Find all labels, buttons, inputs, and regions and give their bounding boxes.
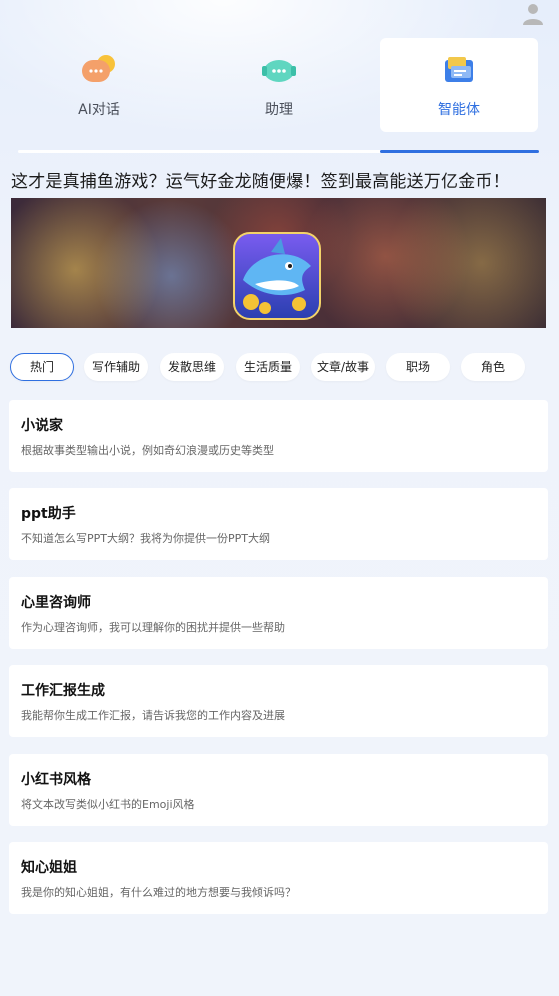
chip-life[interactable]: 生活质量 xyxy=(236,353,300,381)
card-title: 小红书风格 xyxy=(21,772,91,788)
card-title: 小说家 xyxy=(21,418,63,434)
card-description: 不知道怎么写PPT大纲？我将为你提供一份PPT大纲 xyxy=(21,532,270,545)
tab-indicator xyxy=(380,150,539,153)
assistant-robot-icon xyxy=(262,60,296,82)
shark-game-icon xyxy=(233,232,321,320)
card-description: 我是你的知心姐姐，有什么难过的地方想要与我倾诉吗？ xyxy=(21,886,296,899)
card-description: 将文本改写类似小红书的Emoji风格 xyxy=(21,798,195,811)
card-description: 我能帮你生成工作汇报，请告诉我您的工作内容及进展 xyxy=(21,709,285,722)
agent-card[interactable]: 知心姐姐 我是你的知心姐姐，有什么难过的地方想要与我倾诉吗？ xyxy=(9,842,548,914)
card-description: 根据故事类型输出小说，例如奇幻浪漫或历史等类型 xyxy=(21,444,274,457)
user-avatar-icon[interactable] xyxy=(523,3,543,25)
chip-workplace[interactable]: 职场 xyxy=(386,353,450,381)
card-title: 知心姐姐 xyxy=(21,860,77,876)
tab-label: 智能体 xyxy=(438,102,480,118)
chat-bubble-icon xyxy=(82,55,115,82)
tab-indicator-track xyxy=(18,150,539,153)
agent-card[interactable]: 工作汇报生成 我能帮你生成工作汇报，请告诉我您的工作内容及进展 xyxy=(9,665,548,737)
agent-cube-icon xyxy=(445,57,473,82)
category-chips: 热门 写作辅助 发散思维 生活质量 文章/故事 职场 角色 xyxy=(10,353,559,383)
chip-divergent[interactable]: 发散思维 xyxy=(160,353,224,381)
tab-label: 助理 xyxy=(265,102,293,118)
agent-card[interactable]: 小说家 根据故事类型输出小说，例如奇幻浪漫或历史等类型 xyxy=(9,400,548,472)
chip-article[interactable]: 文章/故事 xyxy=(311,353,375,381)
chip-hot[interactable]: 热门 xyxy=(10,353,74,381)
banner-title[interactable]: 这才是真捕鱼游戏？运气好金龙随便爆！签到最高能送万亿金币！ xyxy=(11,167,510,192)
tab-ai-chat[interactable]: AI对话 xyxy=(20,38,178,132)
card-description: 作为心理咨询师，我可以理解你的困扰并提供一些帮助 xyxy=(21,621,285,634)
tab-assistant[interactable]: 助理 xyxy=(200,38,358,132)
top-tabs: AI对话 助理 智能体 xyxy=(0,38,559,134)
card-title: ppt助手 xyxy=(21,506,76,522)
agent-card[interactable]: 心里咨询师 作为心理咨询师，我可以理解你的困扰并提供一些帮助 xyxy=(9,577,548,649)
chip-role[interactable]: 角色 xyxy=(461,353,525,381)
chip-writing[interactable]: 写作辅助 xyxy=(84,353,148,381)
ad-banner[interactable] xyxy=(11,198,546,328)
agent-card[interactable]: ppt助手 不知道怎么写PPT大纲？我将为你提供一份PPT大纲 xyxy=(9,488,548,560)
tab-agent[interactable]: 智能体 xyxy=(380,38,538,132)
card-title: 工作汇报生成 xyxy=(21,683,105,699)
agent-card[interactable]: 小红书风格 将文本改写类似小红书的Emoji风格 xyxy=(9,754,548,826)
tab-label: AI对话 xyxy=(78,102,120,118)
card-title: 心里咨询师 xyxy=(21,595,91,611)
